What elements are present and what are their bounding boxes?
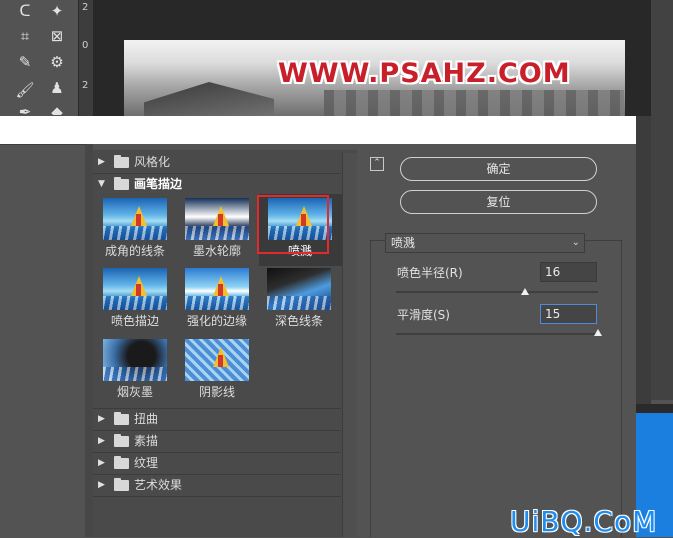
folder-icon bbox=[114, 478, 129, 491]
category-brush-strokes[interactable]: ▼ 画笔描边 bbox=[93, 174, 341, 194]
expand-arrow-icon[interactable]: ▶ bbox=[98, 431, 105, 451]
filter-dropdown[interactable]: 喷溅 ⌄ bbox=[385, 233, 585, 253]
house-roof bbox=[144, 82, 274, 116]
folder-icon bbox=[114, 155, 129, 168]
category-label: 风格化 bbox=[134, 155, 171, 169]
history-brush-icon[interactable]: ✒ bbox=[14, 101, 36, 115]
expand-arrow-icon[interactable]: ▶ bbox=[98, 152, 105, 172]
category-label: 扭曲 bbox=[134, 412, 159, 426]
filter-preview-image bbox=[267, 268, 331, 310]
pane-divider[interactable] bbox=[85, 144, 93, 537]
filter-thumb-ink-outlines[interactable]: 墨水轮廓 bbox=[180, 194, 254, 264]
filter-thumb-label: 喷溅 bbox=[287, 244, 312, 258]
spray-radius-slider-track[interactable] bbox=[396, 291, 598, 293]
filter-preview-image bbox=[268, 198, 332, 240]
filter-preview-image bbox=[103, 198, 167, 240]
category-label: 画笔描边 bbox=[134, 177, 183, 191]
folder-icon bbox=[114, 434, 129, 447]
crop-icon[interactable]: ⌗ bbox=[14, 25, 36, 47]
filter-thumb-sprayed-strokes[interactable]: 喷色描边 bbox=[98, 264, 172, 334]
collapse-arrow-icon[interactable]: ▼ bbox=[98, 174, 105, 194]
smoothness-slider-handle[interactable] bbox=[594, 329, 602, 336]
spray-radius-label: 喷色半径(R) bbox=[397, 266, 463, 280]
brush-icon[interactable]: 🖌 bbox=[14, 79, 36, 101]
spot-healing-icon[interactable]: ⚙ bbox=[46, 51, 68, 73]
category-label: 纹理 bbox=[134, 456, 159, 470]
category-distort[interactable]: ▶ 扭曲 bbox=[93, 409, 341, 429]
magic-wand-icon[interactable]: ✦ bbox=[46, 0, 68, 22]
spray-radius-input[interactable]: 16 bbox=[540, 262, 597, 282]
ruler-mark: 2 bbox=[82, 80, 89, 91]
smoothness-slider-track[interactable] bbox=[396, 333, 598, 335]
filter-thumb-angled-strokes[interactable]: 成角的线条 bbox=[98, 194, 172, 264]
site-watermark: WWW.PSAHZ.COM bbox=[278, 58, 571, 89]
filter-thumb-accented-edges[interactable]: 强化的边缘 bbox=[180, 264, 254, 334]
vertical-ruler: 2 0 2 bbox=[78, 0, 94, 116]
canvas-scroll-area bbox=[651, 0, 673, 400]
stamp-icon[interactable]: ♟ bbox=[46, 77, 68, 99]
folder-icon bbox=[114, 456, 129, 469]
filter-thumb-label: 深色线条 bbox=[274, 314, 323, 328]
filter-dropdown-value: 喷溅 bbox=[391, 236, 416, 250]
reset-button[interactable]: 复位 bbox=[400, 190, 597, 214]
category-scrollbar[interactable] bbox=[342, 153, 357, 537]
filter-preview-image bbox=[103, 339, 167, 381]
filter-thumb-label: 墨水轮廓 bbox=[192, 244, 241, 258]
ok-button[interactable]: 确定 bbox=[400, 157, 597, 181]
folder-icon bbox=[114, 412, 129, 425]
expand-arrow-icon[interactable]: ▶ bbox=[98, 453, 105, 473]
folder-icon bbox=[114, 177, 129, 190]
ruler-mark: 0 bbox=[82, 40, 89, 51]
filter-category-panel: ▶ 风格化 ▼ 画笔描边 成角的线条 墨水轮廓 喷溅 喷色描边 强化的边缘 深色… bbox=[93, 150, 357, 537]
spray-radius-slider-handle[interactable] bbox=[521, 288, 530, 295]
filter-preview-image bbox=[185, 198, 249, 240]
panel-separator bbox=[636, 404, 673, 413]
frame-icon[interactable]: ⊠ bbox=[46, 25, 68, 47]
category-stylize[interactable]: ▶ 风格化 bbox=[93, 152, 341, 172]
filter-preview-image bbox=[103, 268, 167, 310]
site-watermark-bottom: UiBQ.CoM bbox=[510, 505, 658, 538]
expand-arrow-icon[interactable]: ▶ bbox=[98, 475, 105, 495]
filter-thumb-crosshatch[interactable]: 阴影线 bbox=[180, 335, 254, 405]
smoothness-input[interactable]: 15 bbox=[540, 304, 597, 324]
filter-thumb-label: 烟灰墨 bbox=[116, 385, 153, 399]
filter-gallery-title-bar bbox=[0, 116, 636, 144]
collapse-gallery-icon[interactable]: ⌃ bbox=[370, 157, 384, 171]
filter-thumb-spatter[interactable]: 喷溅 bbox=[259, 194, 342, 266]
ruler-mark: 2 bbox=[82, 2, 89, 13]
filter-preview-image bbox=[185, 268, 249, 310]
category-texture[interactable]: ▶ 纹理 bbox=[93, 453, 341, 473]
category-artistic[interactable]: ▶ 艺术效果 bbox=[93, 475, 341, 495]
category-sketch[interactable]: ▶ 素描 bbox=[93, 431, 341, 451]
expand-arrow-icon[interactable]: ▶ bbox=[98, 409, 105, 429]
filter-thumb-label: 强化的边缘 bbox=[186, 314, 247, 328]
divider bbox=[93, 496, 341, 497]
filter-thumb-dark-strokes[interactable]: 深色线条 bbox=[262, 264, 336, 334]
preview-pane bbox=[0, 144, 85, 538]
eyedropper-icon[interactable]: ✎ bbox=[14, 51, 36, 73]
filter-thumb-label: 成角的线条 bbox=[104, 244, 165, 258]
filter-thumb-sumi-e[interactable]: 烟灰墨 bbox=[98, 335, 172, 405]
filter-thumb-label: 阴影线 bbox=[198, 385, 235, 399]
filter-preview-image bbox=[185, 339, 249, 381]
chevron-down-icon: ⌄ bbox=[571, 237, 580, 248]
eraser-icon[interactable]: ◆ bbox=[46, 101, 68, 115]
filter-thumb-label: 喷色描边 bbox=[110, 314, 159, 328]
lasso-icon[interactable]: ᑕ bbox=[14, 0, 36, 22]
smoothness-label: 平滑度(S) bbox=[397, 308, 450, 322]
trees bbox=[324, 90, 624, 116]
filter-options-box bbox=[370, 240, 622, 537]
category-label: 素描 bbox=[134, 434, 159, 448]
category-label: 艺术效果 bbox=[134, 478, 183, 492]
